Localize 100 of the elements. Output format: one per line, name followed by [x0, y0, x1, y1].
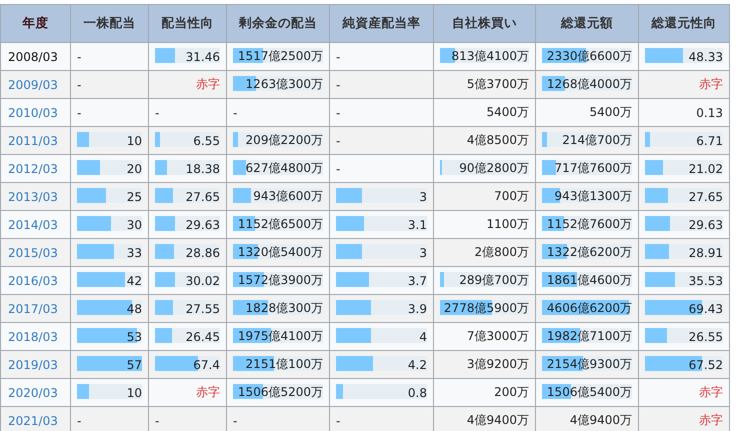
cell-value: 27.65: [688, 190, 723, 204]
cell-value: 209億2200万: [246, 132, 323, 149]
cell-value: 1322億6200万: [546, 244, 632, 261]
cell-value: -: [233, 414, 238, 428]
column-header: 年度: [0, 4, 70, 42]
cell-value: 2778億5900万: [444, 300, 529, 317]
cell-value: 1506億5200万: [238, 384, 323, 401]
column-header: 剰余金の配当: [226, 4, 330, 42]
cell-value: 90億2800万: [459, 160, 529, 177]
cell-value: 1100万: [486, 216, 529, 233]
cell-value: 67.52: [688, 358, 723, 372]
cell-value: 2151億100万: [246, 356, 323, 373]
cell-value: 57: [126, 358, 142, 372]
cell-value: 1268億4000万: [546, 76, 632, 93]
cell-value: -: [77, 106, 82, 120]
cell-value: 10: [126, 134, 142, 148]
cell-value: 1982億7100万: [546, 328, 632, 345]
cell-value: 3.7: [408, 274, 427, 288]
cell-value: 943億600万: [253, 188, 323, 205]
cell-value: 627億4800万: [246, 160, 323, 177]
cell-value: 48: [126, 302, 142, 316]
cell-value: 30.02: [186, 274, 220, 288]
cell-value: 289億700万: [459, 272, 529, 289]
cell-value: 7億3000万: [466, 328, 529, 345]
cell-value: 4億8500万: [466, 132, 529, 149]
cell-value: 28.91: [688, 246, 723, 260]
cell-value: 31.46: [186, 50, 220, 64]
cell-value: 3.9: [408, 302, 427, 316]
cell-value: 27.55: [186, 302, 220, 316]
cell-value: 4606億6200万: [546, 300, 632, 317]
cell-value: 2330億6600万: [546, 48, 632, 65]
cell-value: -: [77, 414, 82, 428]
cell-value: 700万: [494, 188, 529, 205]
cell-value: 33: [126, 246, 142, 260]
cell-value: 2154億9300万: [546, 356, 632, 373]
cell-value: 1320億5400万: [238, 244, 323, 261]
cell-value: 26.55: [688, 330, 723, 344]
cell-value: 0.13: [696, 106, 723, 120]
cell-value: 赤字: [699, 384, 723, 401]
cell-value: -: [336, 134, 340, 148]
cell-value: 53: [126, 330, 142, 344]
column-header: 自社株買い: [434, 4, 536, 42]
cell-value: -: [336, 50, 340, 64]
cell-value: 717億7600万: [554, 160, 632, 177]
cell-value: 28.86: [186, 246, 220, 260]
cell-value: 27.65: [186, 190, 220, 204]
cell-value: 200万: [494, 384, 529, 401]
cell-value: 943億1300万: [554, 188, 632, 205]
cell-value: -: [77, 50, 82, 64]
cell-value: 69.43: [688, 302, 723, 316]
cell-value: 5億3700万: [466, 76, 529, 93]
cell-value: 赤字: [196, 76, 220, 93]
cell-value: 1517億2500万: [238, 48, 323, 65]
cell-value: -: [77, 78, 82, 92]
cell-value: 1506億5400万: [546, 384, 632, 401]
cell-value: 3.1: [408, 218, 427, 232]
cell-value: 4: [419, 330, 427, 344]
cell-value: 4億9400万: [466, 412, 529, 429]
cell-value: 29.63: [688, 218, 723, 232]
cell-value: 3: [419, 246, 427, 260]
cell-value: 20: [126, 162, 142, 176]
cell-value: 赤字: [196, 384, 220, 401]
cell-value: 813億4100万: [452, 48, 529, 65]
cell-value: 1152億7600万: [546, 216, 632, 233]
cell-value: 1152億6500万: [238, 216, 323, 233]
cell-value: 10: [126, 386, 142, 400]
cell-value: 30: [126, 218, 142, 232]
cell-value: -: [155, 414, 160, 428]
cell-value: 4.2: [408, 358, 427, 372]
cell-value: -: [336, 78, 340, 92]
year-label: 2008/03: [8, 50, 58, 64]
cell-value: 5400万: [589, 104, 632, 121]
cell-value: -: [336, 106, 340, 120]
cell-value: 赤字: [699, 76, 723, 93]
cell-value: 29.63: [186, 218, 220, 232]
cell-value: 25: [126, 190, 142, 204]
cell-value: 1828億300万: [246, 300, 323, 317]
cell-value: -: [155, 106, 160, 120]
cell-value: 18.38: [186, 162, 220, 176]
column-header: 総還元性向: [638, 4, 730, 42]
column-header: 配当性向: [148, 4, 226, 42]
cell-value: 1975億4100万: [238, 328, 323, 345]
cell-value: 0.8: [408, 386, 427, 400]
cell-value: 5400万: [486, 104, 529, 121]
column-header: 総還元額: [536, 4, 638, 42]
cell-value: 1572億3900万: [238, 272, 323, 289]
cell-value: 1263億300万: [246, 76, 323, 93]
column-header: 純資産配当率: [330, 4, 434, 42]
cell-value: 214億700万: [562, 132, 632, 149]
cell-value: -: [336, 162, 340, 176]
cell-value: 3: [419, 190, 427, 204]
cell-value: -: [233, 106, 238, 120]
cell-value: 21.02: [688, 162, 723, 176]
cell-value: 6.55: [193, 134, 220, 148]
cell-value: 3億9200万: [466, 356, 529, 373]
cell-value: 2億800万: [474, 244, 529, 261]
cell-value: 赤字: [699, 412, 723, 429]
cell-value: 67.4: [193, 358, 220, 372]
cell-value: 4億9400万: [570, 412, 632, 429]
cell-value: 26.45: [186, 330, 220, 344]
